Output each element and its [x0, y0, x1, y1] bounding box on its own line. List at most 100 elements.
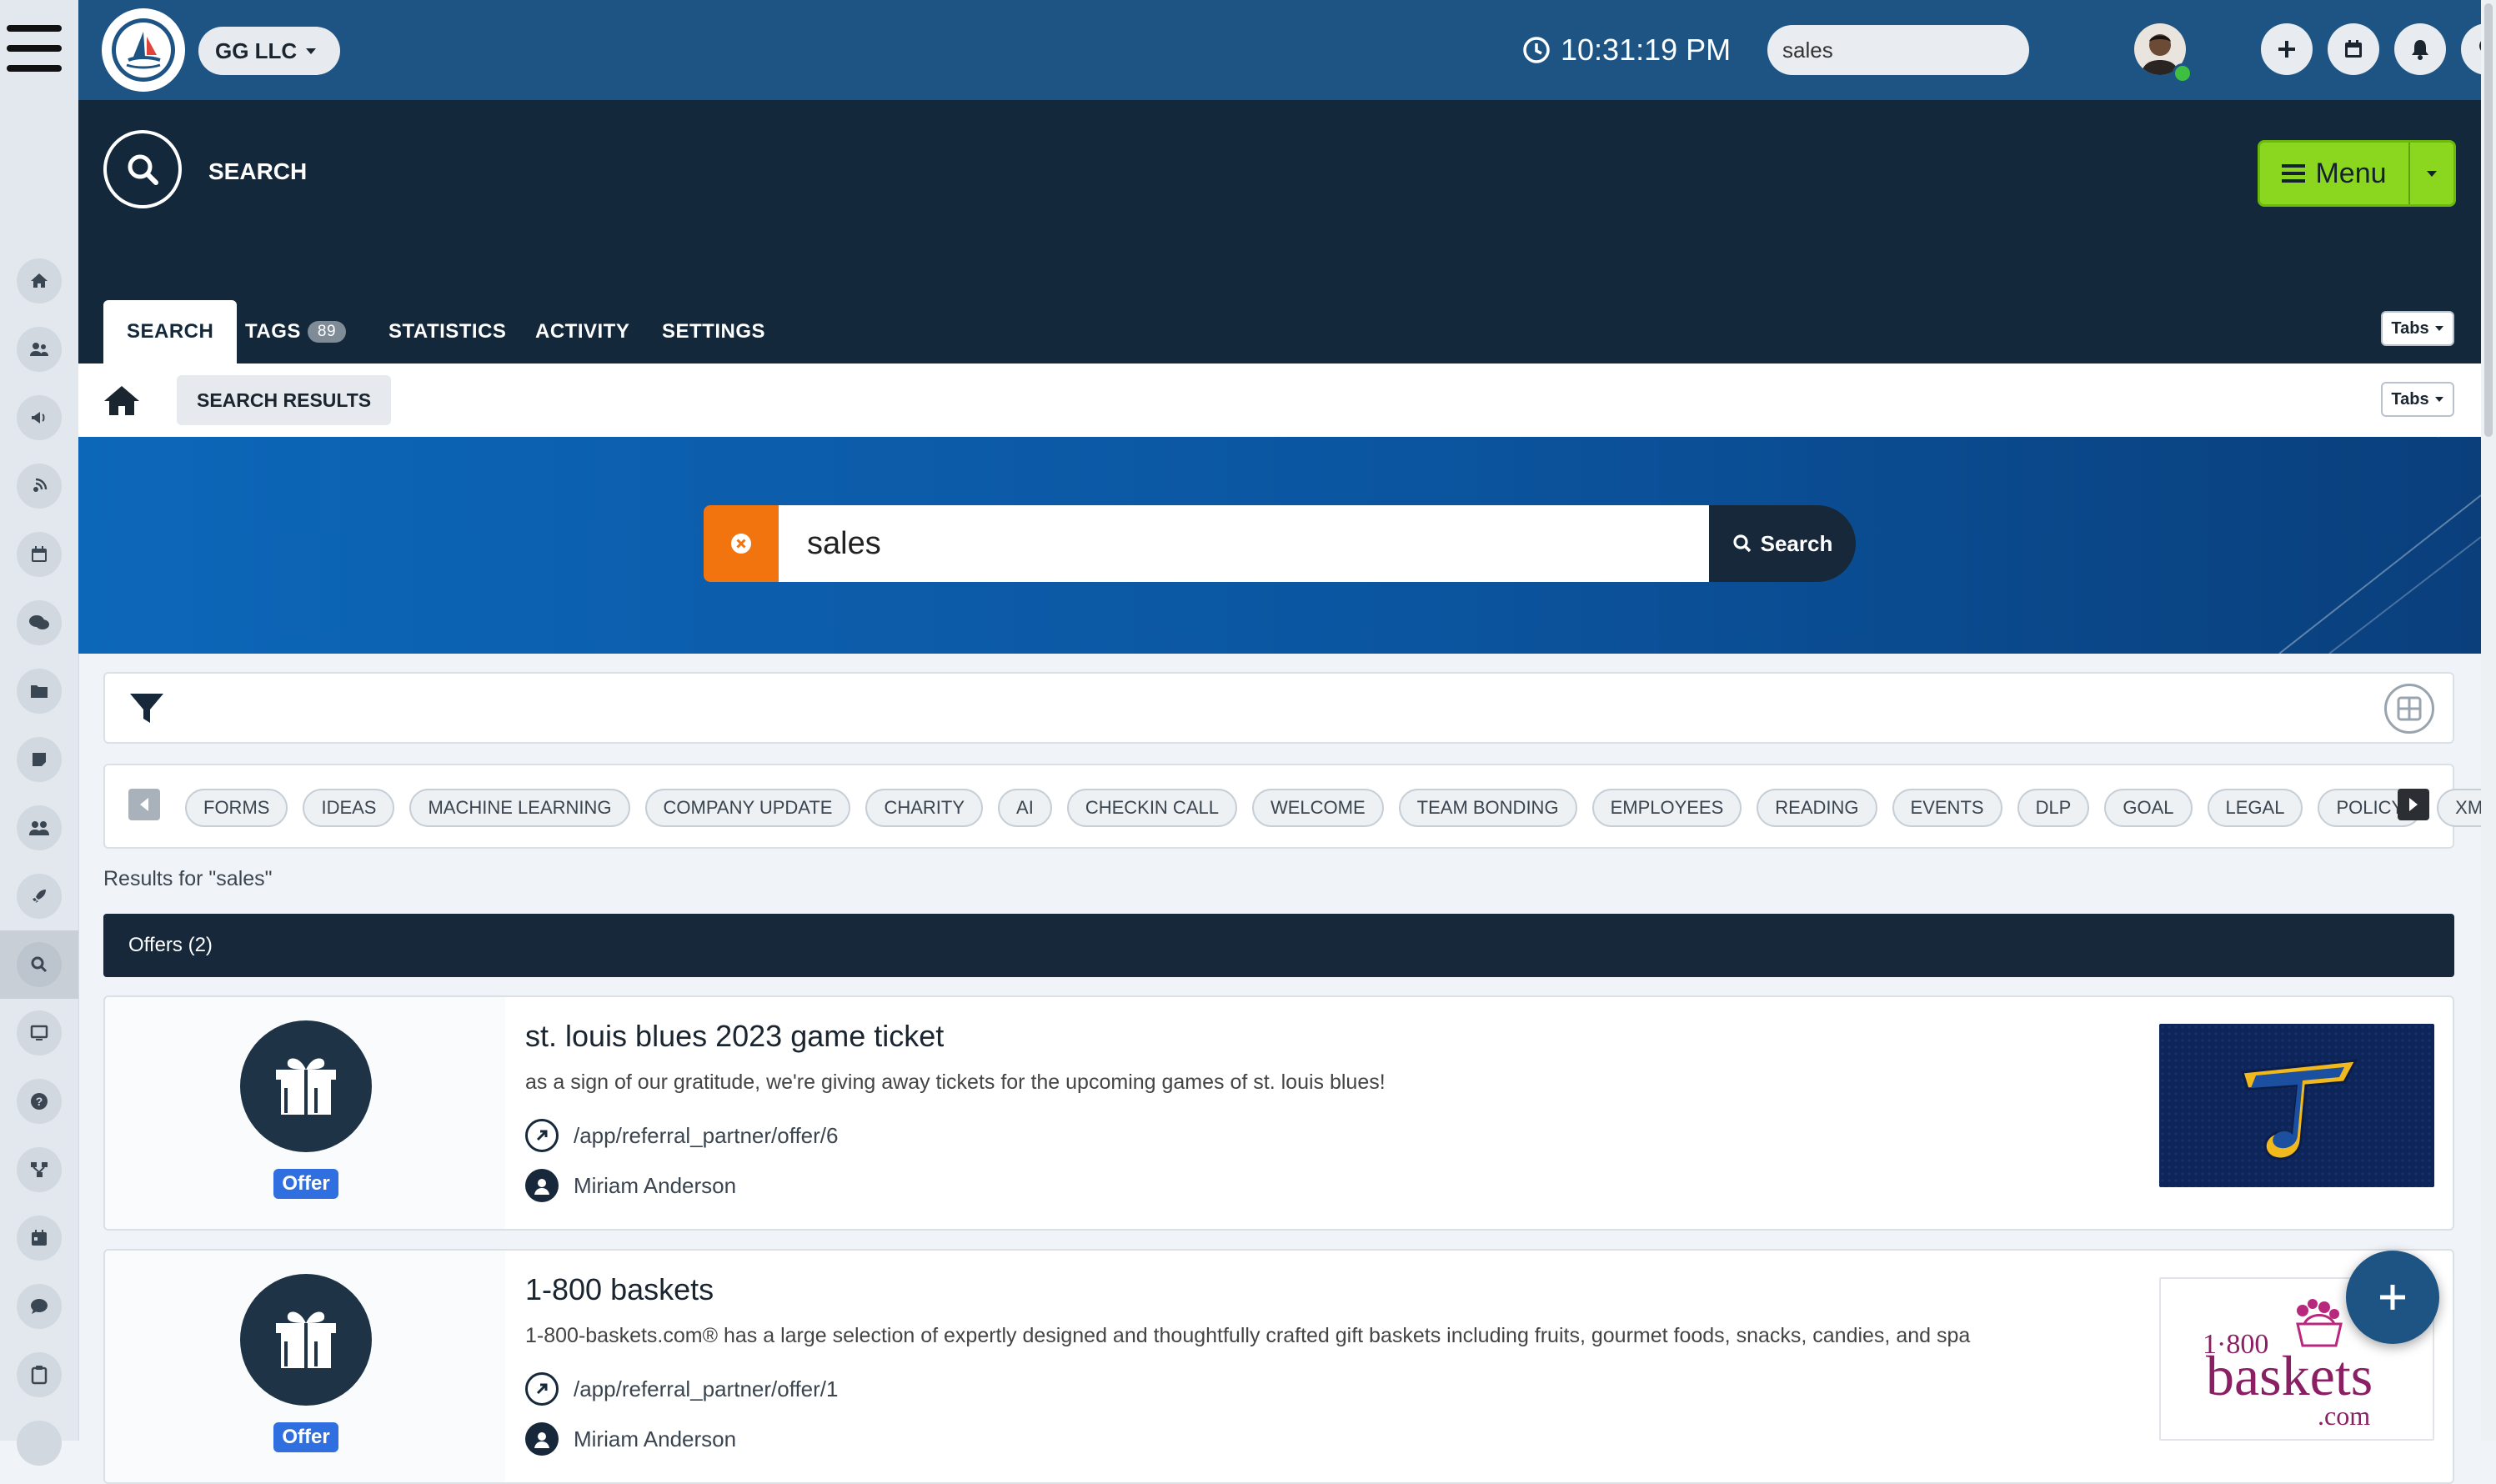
sidebar-calendar-alt-icon[interactable] [0, 1204, 78, 1272]
hero-search-banner: Search [78, 437, 2481, 654]
offer-card[interactable]: Offer st. louis blues 2023 game ticket a… [103, 995, 2454, 1231]
page-header: SEARCH Menu [78, 100, 2481, 293]
global-search [1767, 25, 2029, 75]
sidebar-team-icon[interactable] [0, 794, 78, 862]
tag-chip[interactable]: XMAS [2437, 789, 2484, 827]
tag-chip[interactable]: LEGAL [2207, 789, 2303, 827]
filter-funnel-icon[interactable] [127, 689, 167, 729]
tab-search[interactable]: SEARCH [103, 300, 238, 363]
sidebar-network-icon[interactable] [0, 1136, 78, 1204]
sidebar-satellite-icon[interactable] [0, 452, 78, 520]
offer-link-text[interactable]: /app/referral_partner/offer/1 [574, 1376, 838, 1402]
offer-title[interactable]: st. louis blues 2023 game ticket [525, 1019, 944, 1054]
online-status-dot [2173, 63, 2193, 83]
sidebar-rocket-icon[interactable] [0, 862, 78, 930]
sidebar-folder-icon[interactable] [0, 657, 78, 725]
offer-card[interactable]: Offer 1-800 baskets 1-800-baskets.com® h… [103, 1249, 2454, 1484]
sidebar-search-icon[interactable] [0, 930, 78, 999]
tag-chip[interactable]: DLP [2017, 789, 2090, 827]
tab-statistics-label: STATISTICS [388, 320, 507, 343]
offer-type-badge: Offer [273, 1169, 338, 1199]
grid-view-toggle[interactable] [2384, 684, 2434, 734]
hero-search-button[interactable]: Search [1709, 505, 1856, 582]
tag-chip[interactable]: EVENTS [1892, 789, 2002, 827]
plus-icon [2380, 1285, 2405, 1310]
company-logo[interactable] [102, 8, 185, 92]
page-title: SEARCH [208, 158, 308, 184]
hero-search-button-label: Search [1760, 530, 1833, 556]
sidebar-megaphone-icon[interactable] [0, 384, 78, 452]
tags-scroll-left-button[interactable] [128, 789, 160, 820]
offers-section-header[interactable]: Offers (2) [103, 914, 2454, 977]
clear-search-button[interactable] [704, 505, 779, 582]
breadcrumb-current[interactable]: SEARCH RESULTS [177, 375, 392, 425]
breadcrumb: SEARCH RESULTS Tabs [78, 363, 2481, 437]
offer-link-text[interactable]: /app/referral_partner/offer/6 [574, 1123, 838, 1149]
caret-down-icon [306, 48, 317, 54]
tabs-dropdown[interactable]: Tabs [2381, 311, 2454, 346]
hamburger-menu-icon[interactable] [7, 25, 62, 72]
global-search-input[interactable] [1767, 25, 2029, 75]
external-link-icon [525, 1119, 559, 1152]
page-scrollbar-thumb[interactable] [2484, 3, 2493, 437]
offer-author-name: Miriam Anderson [574, 1172, 737, 1198]
breadcrumb-tabs-dropdown[interactable]: Tabs [2381, 382, 2454, 417]
tab-statistics[interactable]: STATISTICS [365, 300, 529, 363]
offer-title[interactable]: 1-800 baskets [525, 1272, 714, 1307]
sidebar-users-icon[interactable] [0, 315, 78, 384]
tab-tags[interactable]: TAGS 89 [222, 300, 369, 363]
tab-settings[interactable]: SETTINGS [639, 300, 789, 363]
tag-chip[interactable]: FORMS [185, 789, 288, 827]
tab-activity[interactable]: ACTIVITY [512, 300, 653, 363]
sidebar-chat-icon[interactable] [0, 589, 78, 657]
tab-activity-label: ACTIVITY [535, 320, 630, 343]
sidebar-home-icon[interactable] [0, 247, 78, 315]
tag-chip[interactable]: IDEAS [303, 789, 395, 827]
tags-scroll-right-button[interactable] [2398, 789, 2429, 820]
tag-chip[interactable]: WELCOME [1251, 789, 1384, 827]
offer-link[interactable]: /app/referral_partner/offer/1 [525, 1372, 838, 1406]
hero-decoration [2278, 437, 2481, 654]
tag-chip[interactable]: COMPANY UPDATE [644, 789, 851, 827]
sidebar-comment-icon[interactable] [0, 1272, 78, 1341]
menu-button-main[interactable]: Menu [2260, 143, 2408, 204]
calendar-button[interactable] [2328, 23, 2379, 75]
company-name: GG LLC [215, 38, 298, 63]
tag-chip[interactable]: CHARITY [865, 789, 984, 827]
sidebar-monitor-icon[interactable] [0, 999, 78, 1067]
st-louis-blues-logo-thumbnail[interactable] [2159, 1024, 2434, 1187]
svg-text:?: ? [36, 1095, 43, 1108]
floating-add-button[interactable] [2346, 1251, 2439, 1344]
notifications-button[interactable] [2394, 23, 2446, 75]
sidebar-more-icon[interactable] [0, 1409, 78, 1477]
company-switcher-button[interactable]: GG LLC [198, 27, 341, 75]
tag-chip[interactable]: TEAM BONDING [1398, 789, 1577, 827]
sidebar-help-icon[interactable]: ? [0, 1067, 78, 1136]
sidebar-note-icon[interactable] [0, 725, 78, 794]
plus-icon [2278, 41, 2295, 58]
calendar-icon [2345, 40, 2362, 58]
offer-link[interactable]: /app/referral_partner/offer/6 [525, 1119, 838, 1152]
hero-search-bar: Search [704, 505, 1856, 582]
breadcrumb-home-icon[interactable] [102, 380, 142, 420]
tag-chip[interactable]: AI [998, 789, 1052, 827]
breadcrumb-tabs-label: Tabs [2391, 389, 2429, 409]
tab-bar: SEARCH TAGS 89 STATISTICS ACTIVITY SETTIN… [78, 293, 2481, 363]
results-label: Results for "sales" [103, 867, 273, 890]
tag-chip[interactable]: READING [1757, 789, 1877, 827]
tab-tags-label: TAGS [245, 320, 301, 343]
menu-button[interactable]: Menu [2258, 140, 2456, 207]
sidebar-calendar-icon[interactable] [0, 520, 78, 589]
tab-settings-label: SETTINGS [662, 320, 766, 343]
sidebar-clipboard-icon[interactable] [0, 1341, 78, 1409]
tag-chip[interactable]: CHECKIN CALL [1066, 789, 1237, 827]
tag-chip[interactable]: GOAL [2104, 789, 2193, 827]
hero-search-input[interactable] [779, 505, 1709, 582]
clock: 10:31:19 PM [1522, 28, 1731, 72]
tag-chip[interactable]: MACHINE LEARNING [409, 789, 630, 827]
bars-icon [2282, 164, 2306, 183]
menu-caret-button[interactable] [2408, 143, 2453, 204]
tag-chip[interactable]: EMPLOYEES [1591, 789, 1742, 827]
add-button[interactable] [2261, 23, 2313, 75]
clock-time: 10:31:19 PM [1561, 33, 1732, 67]
